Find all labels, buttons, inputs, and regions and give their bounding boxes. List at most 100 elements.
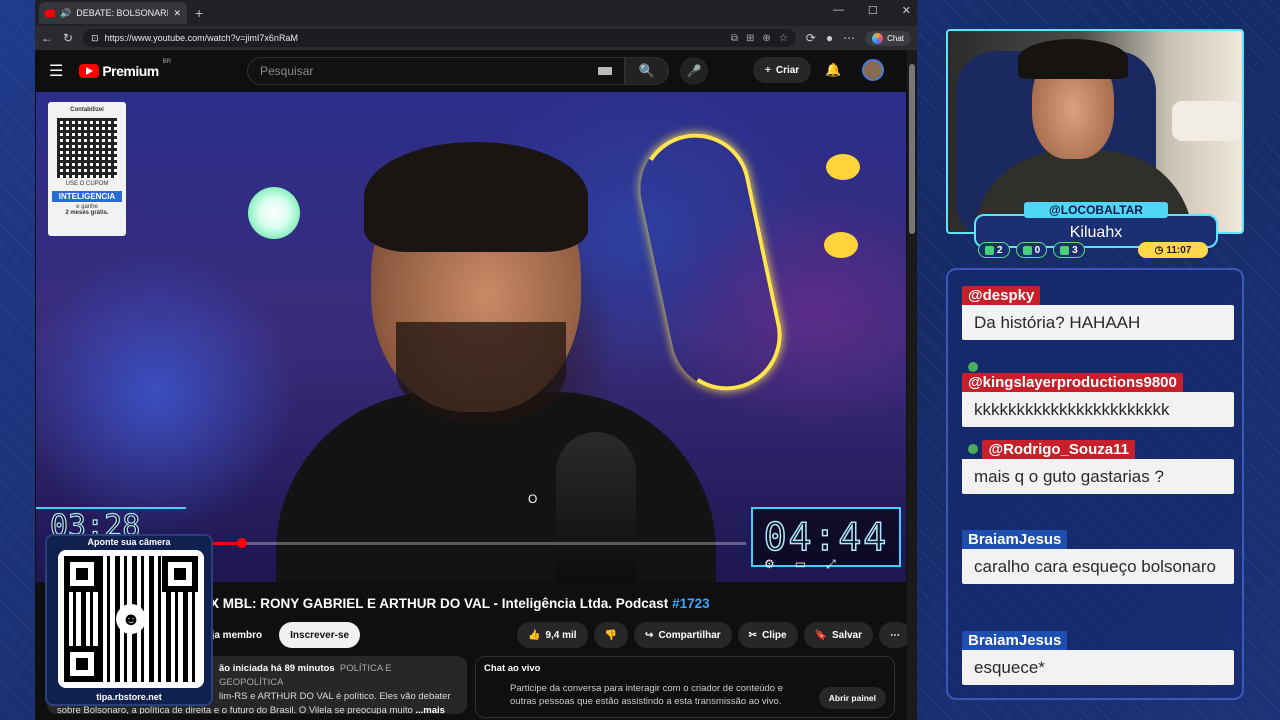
hamburger-menu-icon[interactable]: ☰ (49, 61, 63, 81)
stat-users: 3 (1053, 242, 1085, 258)
browser-tab[interactable]: 🔊 DEBATE: BOLSONARISTA X MB ✕ (39, 2, 187, 24)
show-more-link[interactable]: ...mais (415, 705, 445, 714)
head-profile-icon: ☻ (116, 604, 146, 634)
youtube-premium-logo[interactable]: Premium BR (79, 59, 171, 79)
qr-finder (64, 646, 100, 682)
share-button[interactable]: ↪ Compartilhar (634, 622, 732, 648)
qr-finder (162, 556, 198, 592)
rubber-duck (826, 154, 860, 180)
theater-mode-icon[interactable]: ▭ (795, 557, 806, 572)
speaker-icon[interactable]: 🔊 (60, 8, 71, 19)
zoom-icon[interactable]: ⊕ (762, 33, 770, 44)
search-icon: 🔍 (638, 63, 656, 78)
qr-finder (64, 556, 100, 592)
video-progress-bar[interactable] (186, 538, 746, 548)
account-avatar[interactable] (862, 59, 884, 81)
donation-url: tipa.rbstore.net (96, 692, 162, 702)
like-button[interactable]: 👍 9,4 mil (517, 622, 588, 648)
live-chat-box: Chat ao vivo Participe da conversa para … (475, 656, 895, 718)
live-chat-text: Participe da conversa para interagir com… (510, 683, 784, 707)
more-menu-icon[interactable]: ⋯ (843, 31, 855, 45)
save-button[interactable]: 🔖 Salvar (803, 622, 873, 648)
plus-icon: + (765, 64, 771, 76)
apps-icon[interactable]: ⊞ (746, 33, 754, 44)
sponsor-qr-card: Contabilizei USE O CUPOM INTELIGENCIA e … (48, 102, 126, 236)
video-title: X MBL: RONY GABRIEL E ARTHUR DO VAL - In… (210, 596, 710, 611)
background-sofa (1172, 101, 1242, 141)
youtube-header: ☰ Premium BR Pesquisar 🔍 🎤 + Criar 🔔 (35, 50, 907, 92)
clip-label: Clipe (762, 629, 787, 641)
streamer-hair (1018, 39, 1128, 79)
translate-icon[interactable]: ⧉ (731, 33, 738, 44)
extensions-icon[interactable]: ⟳ (806, 31, 816, 45)
streamer-handle: @LOCOBALTAR (1024, 202, 1168, 218)
video-controls: ⚙ ▭ ⤢ (764, 557, 836, 572)
site-info-icon[interactable]: ⊡ (91, 33, 99, 44)
subscribe-label: Inscrever-se (290, 629, 350, 641)
channel-actions: eja membro Inscrever-se (195, 622, 361, 648)
fullscreen-icon[interactable]: ⤢ (826, 557, 836, 572)
stat-chat: 2 (978, 242, 1010, 258)
podcast-microphone (556, 432, 636, 582)
member-badge-icon (968, 362, 978, 372)
search-button[interactable]: 🔍 (625, 57, 669, 85)
video-player[interactable]: Contabilizei USE O CUPOM INTELIGENCIA e … (36, 92, 906, 582)
member-badge-icon (968, 444, 978, 455)
open-panel-button[interactable]: Abrir painel (818, 687, 886, 709)
guest-hair (364, 142, 588, 252)
chat-text: caralho cara esqueço bolsonaro (962, 549, 1234, 584)
new-tab-button[interactable]: + (195, 5, 203, 21)
join-label: eja membro (206, 629, 263, 641)
favorite-star-icon[interactable]: ☆ (779, 33, 788, 44)
voice-search-button[interactable]: 🎤 (680, 57, 708, 85)
live-chat-title: Chat ao vivo (484, 663, 541, 674)
mouse-cursor-icon: O (528, 492, 538, 506)
video-actions: 👍 9,4 mil 👎 ↪ Compartilhar ✂ Clipe 🔖 Salvar … (517, 622, 911, 648)
donation-qr-overlay: Aponte sua câmera ☻ tipa.rbstore.net (45, 534, 213, 706)
page-scrollbar[interactable] (907, 50, 917, 720)
back-button[interactable]: ← (41, 31, 53, 45)
minimize-button[interactable]: — (833, 4, 844, 17)
share-icon: ↪ (645, 629, 654, 641)
clock-icon: ◷ (1154, 244, 1164, 256)
rubber-duck (824, 232, 858, 258)
progress-scrubber[interactable] (237, 538, 247, 548)
chat-username: @Rodrigo_Souza11 (982, 440, 1135, 459)
window-controls: — ☐ ✕ (833, 4, 911, 17)
profile-icon[interactable]: ● (826, 31, 833, 45)
thumbs-up-icon: 👍 (528, 629, 541, 641)
sponsor-qr-code (57, 118, 117, 178)
video-icon (1022, 245, 1032, 255)
address-bar[interactable]: ⊡ https://www.youtube.com/watch?v=jimI7x… (83, 29, 796, 47)
scrollbar-thumb[interactable] (909, 64, 915, 234)
coupon-label: USE O CUPOM (65, 181, 109, 187)
close-window-button[interactable]: ✕ (902, 4, 911, 17)
reload-button[interactable]: ↻ (63, 31, 73, 45)
notifications-bell-icon[interactable]: 🔔 (825, 62, 841, 78)
more-icon: ⋯ (890, 629, 900, 641)
copilot-icon (872, 32, 884, 44)
settings-gear-icon[interactable]: ⚙ (764, 557, 775, 572)
close-tab-icon[interactable]: ✕ (173, 8, 181, 19)
stat-chat-value: 2 (997, 244, 1003, 256)
create-button[interactable]: + Criar (753, 57, 812, 83)
keyboard-icon[interactable] (598, 67, 612, 75)
address-bar-row: ← ↻ ⊡ https://www.youtube.com/watch?v=ji… (35, 26, 917, 50)
copilot-chat-button[interactable]: Chat (865, 30, 911, 46)
left-timer: 03:28 (36, 507, 186, 537)
stream-started: ão iniciada há 89 minutos (219, 663, 335, 674)
search-input[interactable]: Pesquisar (247, 57, 625, 85)
chat-username: @kingslayerproductions9800 (962, 373, 1183, 392)
dislike-button[interactable]: 👎 (593, 622, 629, 648)
scissors-icon: ✂ (748, 629, 758, 641)
coupon-text-2: 2 meses grátis. (65, 210, 109, 216)
chat-username: BraiamJesus (962, 631, 1068, 650)
chat-text: esquece* (962, 650, 1234, 685)
subscribe-button[interactable]: Inscrever-se (279, 622, 361, 648)
url-text: https://www.youtube.com/watch?v=jimI7x6n… (104, 33, 298, 43)
clip-button[interactable]: ✂ Clipe (737, 622, 798, 648)
logo-text: Premium (102, 63, 159, 79)
coupon-code: INTELIGENCIA (52, 191, 122, 202)
video-title-hashtag[interactable]: #1723 (672, 596, 710, 611)
maximize-button[interactable]: ☐ (868, 4, 878, 17)
